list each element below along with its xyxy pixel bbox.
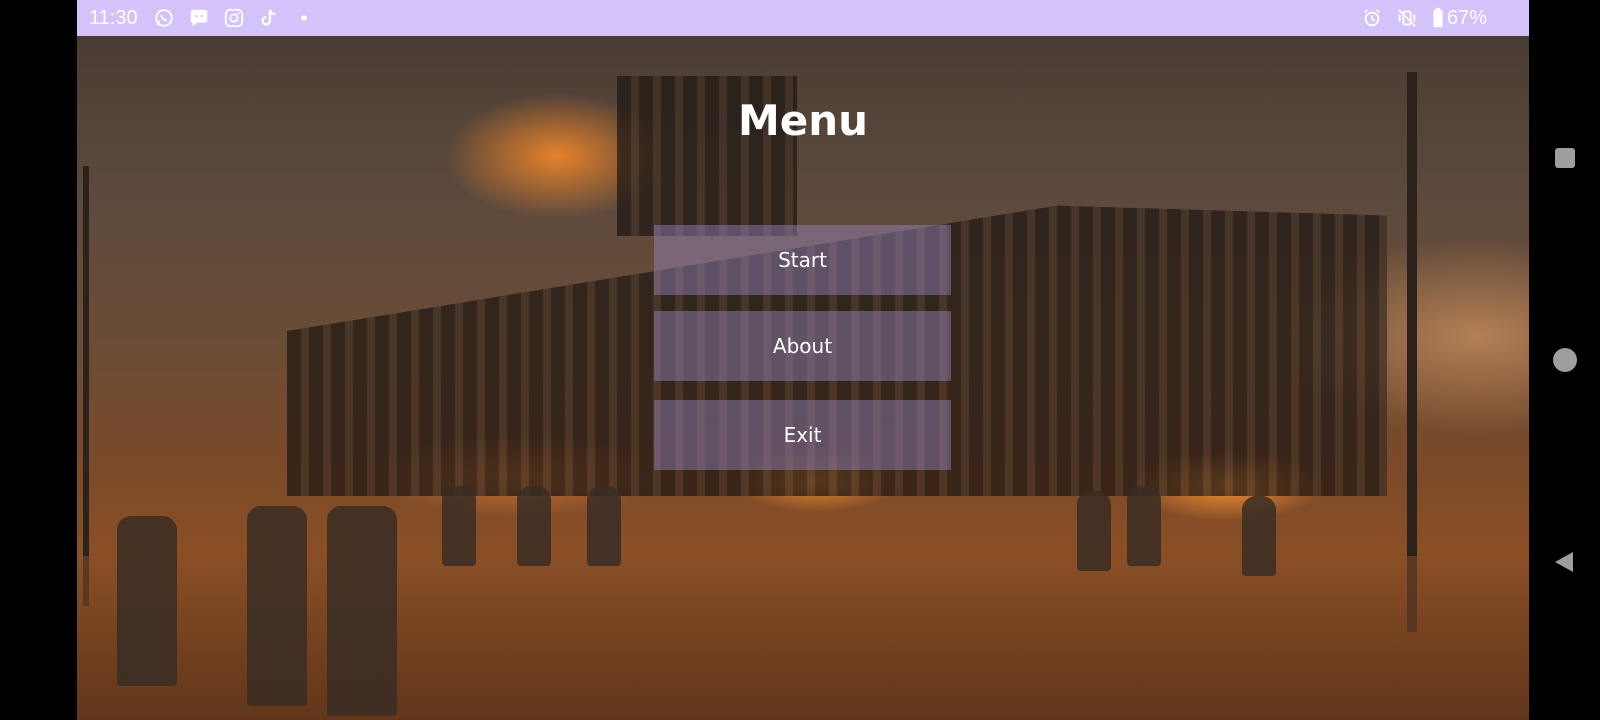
- app-screen: 11:30 67% Menu Start About Exit: [77, 0, 1529, 720]
- recent-apps-icon[interactable]: [1552, 145, 1578, 171]
- instagram-icon: [223, 7, 245, 29]
- exit-button[interactable]: Exit: [654, 400, 951, 470]
- menu-title: Menu: [737, 96, 869, 145]
- home-icon[interactable]: [1552, 347, 1578, 373]
- soldier-figure: [517, 486, 551, 566]
- soldier-figure: [587, 486, 621, 566]
- soldier-figure: [117, 516, 177, 686]
- battery-percent: 67%: [1446, 6, 1487, 29]
- about-button[interactable]: About: [654, 311, 951, 381]
- back-icon[interactable]: [1552, 549, 1578, 575]
- soldier-figure: [1077, 491, 1111, 571]
- battery-icon: [1431, 7, 1445, 29]
- status-left: 11:30: [77, 7, 315, 30]
- whatsapp-icon: [153, 7, 175, 29]
- navigation-bar: [1529, 0, 1600, 720]
- soldier-figure: [327, 506, 397, 716]
- status-time: 11:30: [89, 6, 138, 29]
- start-button[interactable]: Start: [654, 225, 951, 295]
- street-lamp-left: [83, 166, 89, 606]
- soldier-figure: [1242, 496, 1276, 576]
- status-bar: 11:30 67%: [77, 0, 1529, 36]
- tiktok-icon: [258, 7, 280, 29]
- street-lamp-right: [1407, 72, 1417, 632]
- soldier-figure: [1127, 486, 1161, 566]
- messages-icon: [188, 7, 210, 29]
- vibrate-off-icon: [1396, 7, 1418, 29]
- status-right: 67%: [1361, 7, 1529, 30]
- battery-indicator: 67%: [1431, 7, 1487, 30]
- alarm-icon: [1361, 7, 1383, 29]
- soldier-figure: [247, 506, 307, 706]
- dot-icon: [293, 7, 315, 29]
- soldier-figure: [442, 486, 476, 566]
